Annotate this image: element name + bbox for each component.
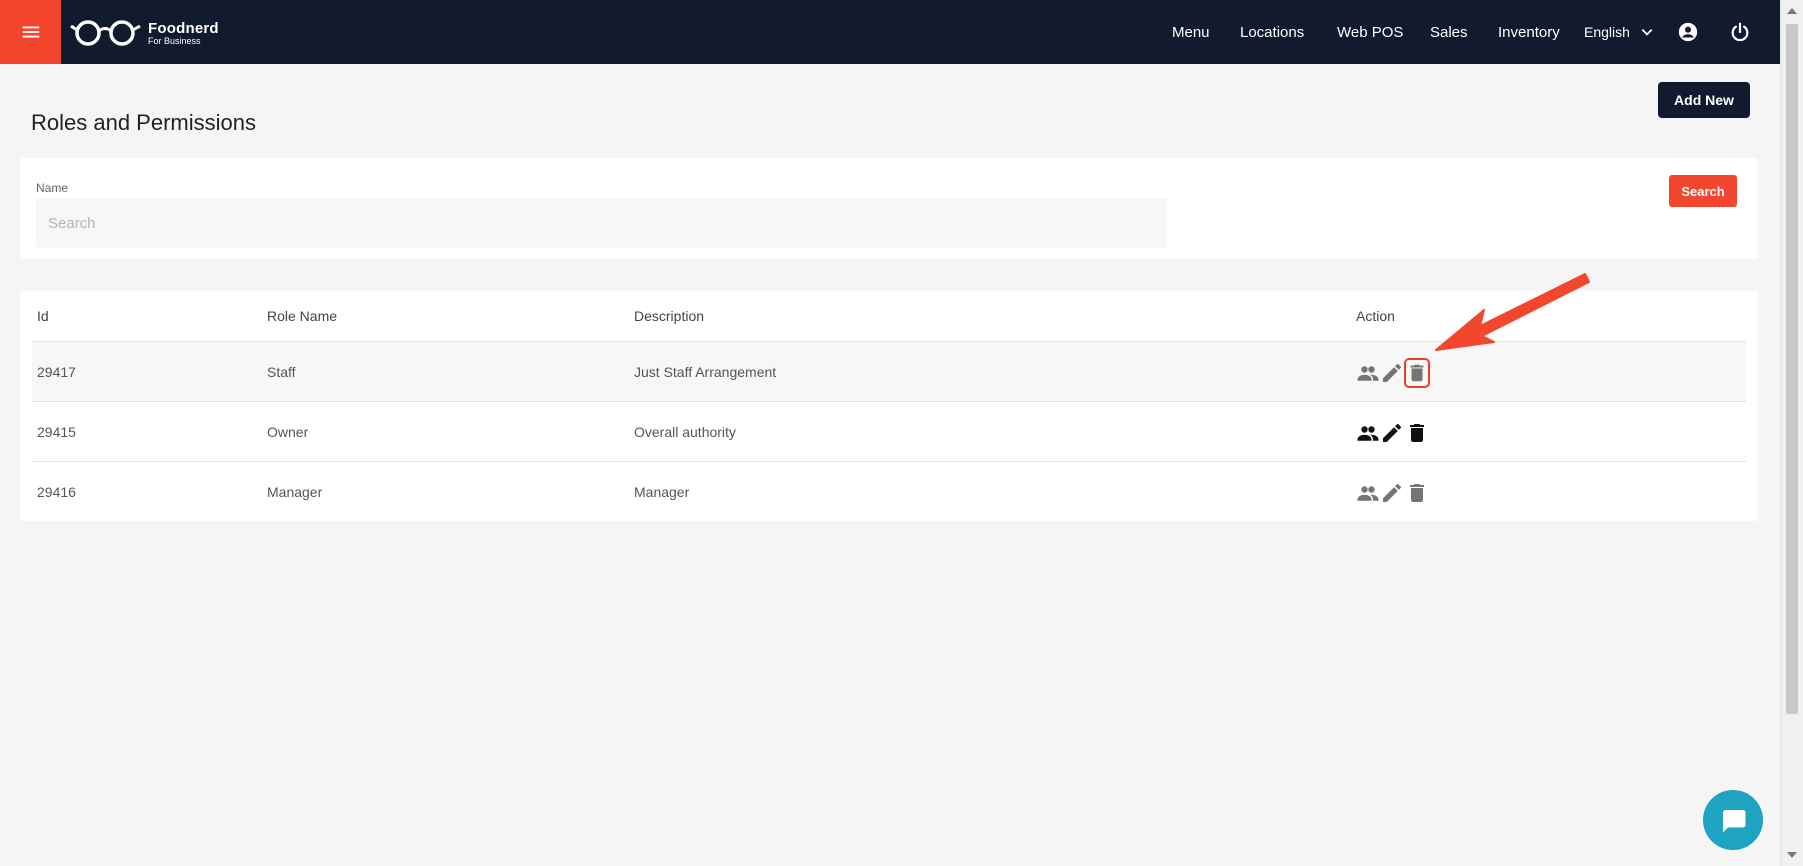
trash-icon bbox=[1410, 424, 1424, 442]
nav-menu[interactable]: Menu bbox=[1172, 24, 1210, 41]
row-actions bbox=[1356, 478, 1430, 508]
power-icon[interactable] bbox=[1729, 21, 1751, 43]
language-label: English bbox=[1584, 24, 1630, 40]
column-header-id: Id bbox=[37, 308, 49, 324]
trash-icon bbox=[1410, 484, 1424, 502]
search-button[interactable]: Search bbox=[1669, 175, 1737, 207]
top-navbar: Foodnerd For Business Menu Locations Web… bbox=[0, 0, 1780, 64]
language-select[interactable]: English bbox=[1584, 0, 1654, 64]
cell-id: 29415 bbox=[37, 424, 76, 440]
brand-logo[interactable]: Foodnerd For Business bbox=[70, 16, 219, 50]
glasses-icon bbox=[70, 20, 141, 46]
scroll-thumb[interactable] bbox=[1786, 24, 1798, 714]
column-header-role-name: Role Name bbox=[267, 308, 338, 324]
nav-locations[interactable]: Locations bbox=[1240, 24, 1304, 41]
chevron-down-icon bbox=[1641, 29, 1653, 36]
chat-icon bbox=[1723, 810, 1746, 833]
cell-id: 29417 bbox=[37, 364, 76, 380]
annotation-arrow bbox=[1435, 273, 1590, 351]
cell-description: Overall authority bbox=[634, 424, 736, 440]
cell-id: 29416 bbox=[37, 484, 76, 500]
scroll-down-arrow[interactable] bbox=[1787, 852, 1797, 858]
page-scrollbar[interactable] bbox=[1780, 0, 1803, 866]
menu-toggle-button[interactable] bbox=[0, 0, 61, 64]
pencil-icon[interactable] bbox=[1380, 421, 1404, 445]
nav-sales[interactable]: Sales bbox=[1430, 24, 1468, 41]
cell-description: Just Staff Arrangement bbox=[634, 364, 777, 380]
table-row: 29416 Manager Manager bbox=[32, 461, 1746, 521]
delete-button[interactable] bbox=[1404, 418, 1430, 448]
chat-button[interactable] bbox=[1703, 790, 1763, 850]
pencil-icon[interactable] bbox=[1380, 481, 1404, 505]
delete-button[interactable] bbox=[1404, 478, 1430, 508]
hamburger-icon bbox=[22, 26, 39, 38]
column-header-description: Description bbox=[634, 308, 705, 324]
name-field-label: Name bbox=[36, 181, 69, 195]
name-search-input[interactable] bbox=[36, 198, 1167, 248]
people-icon[interactable] bbox=[1356, 481, 1380, 505]
row-actions bbox=[1356, 418, 1430, 448]
cell-role-name: Staff bbox=[267, 364, 296, 380]
account-circle-icon[interactable] bbox=[1677, 21, 1699, 43]
table-row: 29415 Owner Overall authority bbox=[32, 401, 1746, 461]
page-title: Roles and Permissions bbox=[31, 110, 256, 135]
cell-description: Manager bbox=[634, 484, 690, 500]
row-actions bbox=[1356, 358, 1430, 388]
scroll-up-arrow[interactable] bbox=[1787, 8, 1797, 14]
search-panel: Name Search bbox=[20, 158, 1758, 259]
nav-web-pos[interactable]: Web POS bbox=[1337, 24, 1403, 41]
people-icon[interactable] bbox=[1356, 361, 1380, 385]
pencil-icon[interactable] bbox=[1380, 361, 1404, 385]
people-icon[interactable] bbox=[1356, 421, 1380, 445]
brand-subtitle: For Business bbox=[148, 35, 201, 46]
add-new-button[interactable]: Add New bbox=[1658, 82, 1750, 118]
cell-role-name: Owner bbox=[267, 424, 309, 440]
cell-role-name: Manager bbox=[267, 484, 323, 500]
brand-title: Foodnerd bbox=[148, 19, 219, 37]
nav-inventory[interactable]: Inventory bbox=[1498, 24, 1560, 41]
column-header-action: Action bbox=[1356, 308, 1395, 324]
